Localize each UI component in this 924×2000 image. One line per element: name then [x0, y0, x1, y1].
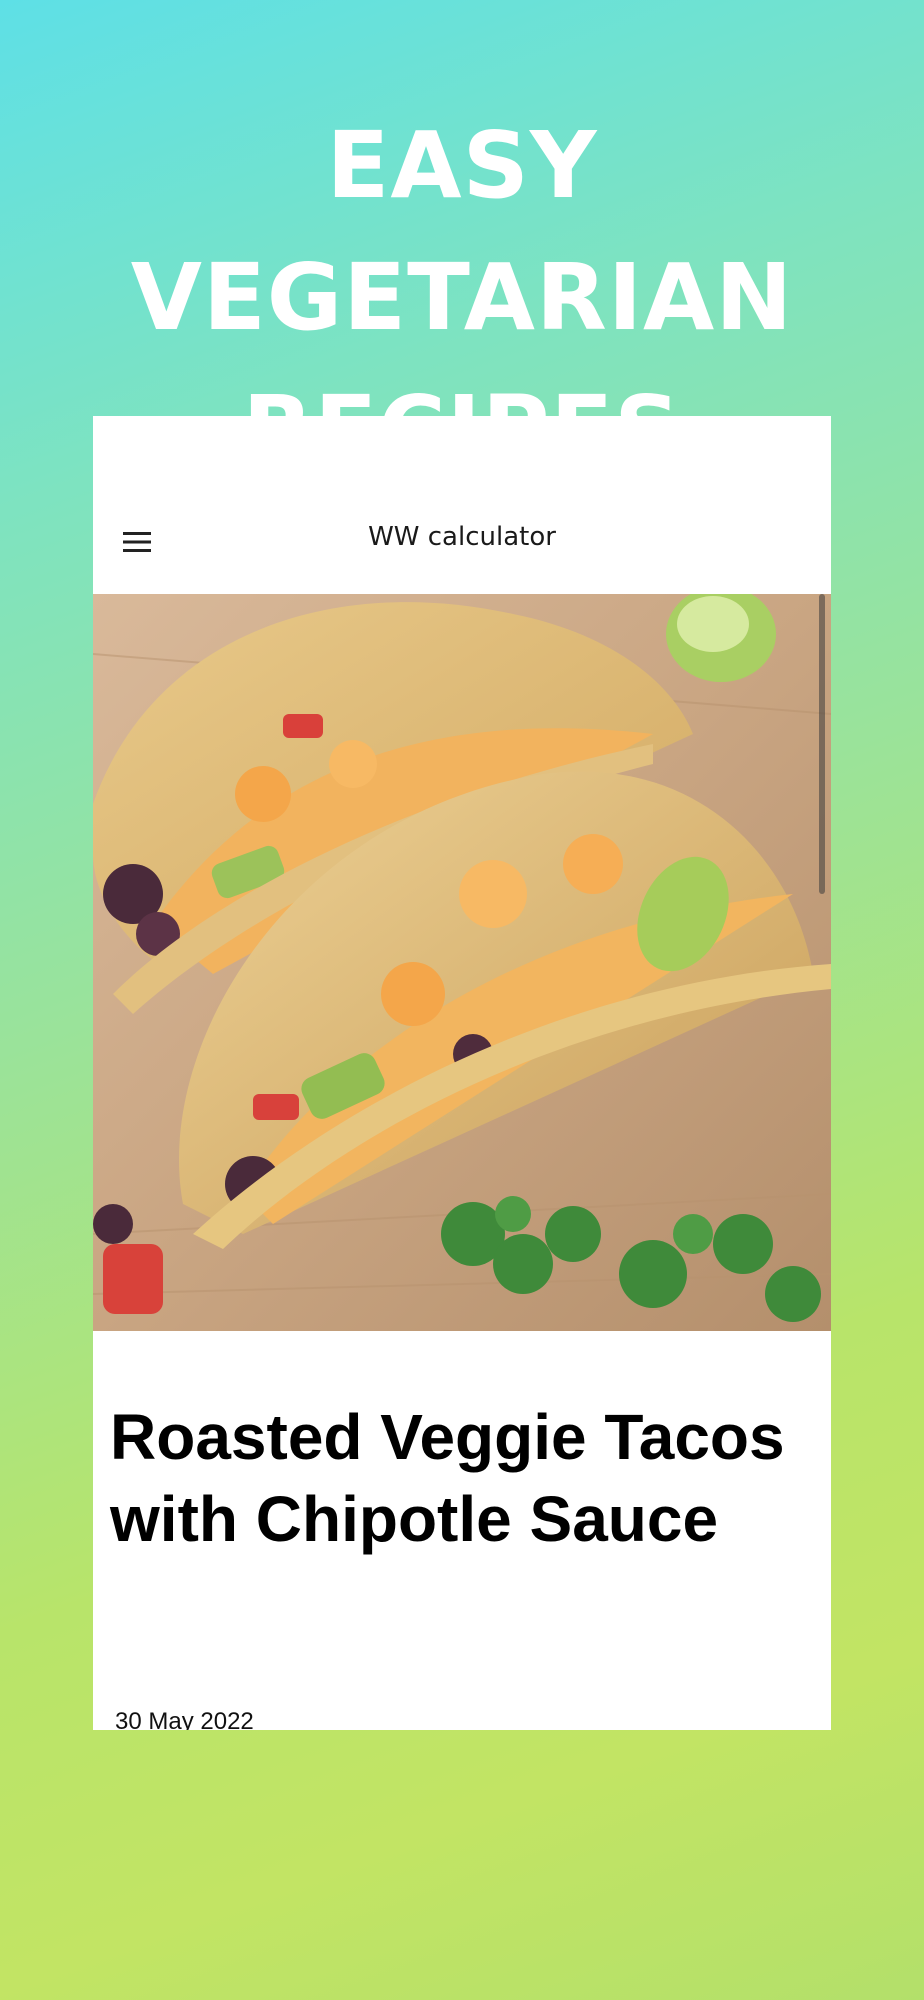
- scrollbar[interactable]: [819, 594, 825, 894]
- app-header: WW calculator: [93, 416, 831, 594]
- tacos-photo: [93, 594, 831, 1331]
- app-title: WW calculator: [368, 522, 556, 552]
- app-screenshot-frame: WW calculator Roasted Veggie Tacos with …: [93, 416, 831, 1730]
- article-hero-image[interactable]: [93, 594, 831, 1331]
- article-title[interactable]: Roasted Veggie Tacos with Chipotle Sauce: [110, 1396, 810, 1560]
- article-date: 30 May 2022: [115, 1708, 254, 1730]
